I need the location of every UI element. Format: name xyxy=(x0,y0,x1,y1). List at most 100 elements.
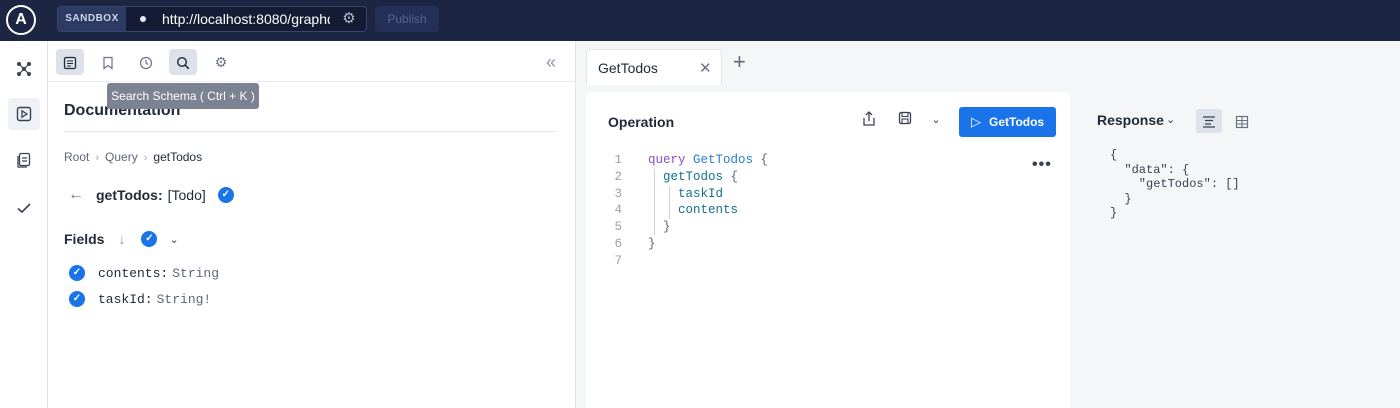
breadcrumb: Root › Query › getTodos xyxy=(64,150,202,164)
endpoint-url-input[interactable]: http://localhost:8080/graphql xyxy=(162,10,330,28)
line-number: 2 xyxy=(614,169,622,184)
code-line[interactable]: 3 taskId xyxy=(608,185,1028,203)
sort-down-icon[interactable]: ↓ xyxy=(118,231,125,247)
code-line[interactable]: 5 } xyxy=(608,219,1028,236)
field-item-type[interactable]: String xyxy=(172,266,219,281)
chevron-down-icon[interactable]: ⌄ xyxy=(169,233,178,246)
indent-guide xyxy=(669,185,670,203)
run-button-label: GetTodos xyxy=(989,115,1045,129)
field-item-name: contents: xyxy=(98,265,169,281)
divider xyxy=(64,131,556,132)
search-icon[interactable] xyxy=(169,49,197,75)
field-check-icon[interactable]: ✓ xyxy=(69,265,85,281)
code-token: contents xyxy=(648,203,739,218)
run-operation-button[interactable]: ▷ GetTodos xyxy=(959,107,1056,137)
field-item[interactable]: ✓ taskId: String! xyxy=(69,290,211,308)
code-line[interactable]: 6} xyxy=(608,236,1028,253)
field-type-link[interactable]: [Todo] xyxy=(168,187,206,203)
fields-label: Fields xyxy=(64,231,105,247)
indent-guide xyxy=(654,202,655,220)
code-token: GetTodos xyxy=(693,153,754,167)
left-rail xyxy=(0,41,48,408)
schema-graph-icon[interactable] xyxy=(8,53,40,85)
breadcrumb-current: getTodos xyxy=(153,150,203,164)
breadcrumb-root[interactable]: Root xyxy=(64,150,89,164)
tab-label: GetTodos xyxy=(598,60,658,76)
response-line: "data": { xyxy=(1110,162,1190,177)
operation-editor[interactable]: 1 query GetTodos {2 getTodos {3 taskId 4 c… xyxy=(608,152,1028,270)
search-schema-tooltip: Search Schema ( Ctrl + K ) xyxy=(107,83,259,109)
line-number: 4 xyxy=(614,203,622,218)
top-bar: A SANDBOX http://localhost:8080/graphql … xyxy=(0,0,1400,41)
field-check-icon[interactable]: ✓ xyxy=(69,291,85,307)
connection-status-icon xyxy=(140,16,146,22)
tab-bar: GetTodos ✕ + xyxy=(576,41,1400,91)
tab-gettodos[interactable]: GetTodos ✕ xyxy=(586,49,722,85)
explorer-play-icon[interactable] xyxy=(8,98,40,130)
endpoint-group: SANDBOX http://localhost:8080/graphql ⚙ xyxy=(57,6,367,32)
line-number: 6 xyxy=(614,236,622,251)
response-line: } xyxy=(1110,191,1132,206)
select-all-check-icon[interactable]: ✓ xyxy=(141,231,158,247)
apollo-logo[interactable]: A xyxy=(6,5,36,35)
checks-icon[interactable] xyxy=(8,192,40,224)
play-icon: ▷ xyxy=(971,114,981,129)
breadcrumb-query[interactable]: Query xyxy=(105,150,138,164)
field-item-name: taskId: xyxy=(98,291,153,307)
field-item-type[interactable]: String! xyxy=(157,292,212,307)
table-view-icon[interactable] xyxy=(1231,109,1253,133)
share-icon[interactable] xyxy=(858,111,880,133)
line-number: 3 xyxy=(614,186,622,201)
settings-gear-icon[interactable]: ⚙ xyxy=(207,49,235,75)
line-number: 7 xyxy=(614,253,622,268)
response-line: "getTodos": [] xyxy=(1110,177,1240,191)
line-number: 5 xyxy=(614,220,622,235)
save-icon[interactable] xyxy=(894,111,916,133)
indent-guide xyxy=(654,185,655,203)
collections-icon[interactable] xyxy=(8,144,40,176)
code-token: { xyxy=(753,153,769,167)
indent-guide xyxy=(669,202,670,220)
chevron-down-icon[interactable]: ⌄ xyxy=(1166,113,1175,126)
chevron-down-icon[interactable]: ⌄ xyxy=(928,113,944,131)
history-icon[interactable] xyxy=(132,49,160,75)
more-options-icon[interactable]: ••• xyxy=(1032,156,1052,174)
code-line[interactable]: 7 xyxy=(608,253,1028,270)
code-token: taskId xyxy=(648,186,724,201)
text-view-icon[interactable] xyxy=(1196,109,1222,133)
response-viewer: { "data": { "getTodos": [] }} xyxy=(1110,148,1240,221)
code-token: } xyxy=(648,220,671,235)
field-selected-check-icon[interactable]: ✓ xyxy=(217,187,234,203)
operation-panel: Operation ⌄ ▷ GetTodos ••• 1 query GetTod… xyxy=(586,92,1070,408)
response-line: } xyxy=(1110,206,1118,220)
line-number: 1 xyxy=(614,153,622,167)
operation-title: Operation xyxy=(608,114,675,130)
gear-icon[interactable]: ⚙ xyxy=(340,10,358,28)
field-title-row: ← getTodos: [Todo] ✓ xyxy=(68,185,234,205)
code-token: getTodos xyxy=(648,169,724,184)
publish-button[interactable]: Publish xyxy=(375,6,439,32)
code-token: query xyxy=(648,153,694,167)
close-icon[interactable]: ✕ xyxy=(699,59,712,77)
code-token: { xyxy=(723,169,739,184)
add-tab-icon[interactable]: + xyxy=(733,50,746,74)
code-line[interactable]: 4 contents xyxy=(608,202,1028,220)
code-token: } xyxy=(648,236,656,251)
indent-guide xyxy=(654,168,655,186)
code-line[interactable]: 1 query GetTodos { xyxy=(608,152,1028,169)
indent-guide xyxy=(654,219,655,236)
collapse-panel-icon[interactable]: « xyxy=(538,49,564,75)
code-line[interactable]: 2 getTodos { xyxy=(608,168,1028,186)
documentation-icon[interactable] xyxy=(56,49,84,75)
docs-toolbar: ⚙ « xyxy=(48,41,576,82)
response-title[interactable]: Response xyxy=(1097,112,1164,128)
field-item[interactable]: ✓ contents: String xyxy=(69,264,219,282)
field-name: getTodos: xyxy=(96,187,163,203)
response-line: { xyxy=(1110,148,1118,162)
bookmark-icon[interactable] xyxy=(94,49,122,75)
fields-header: Fields ↓ ✓ ⌄ xyxy=(64,229,179,249)
chevron-right-icon: › xyxy=(95,152,100,164)
back-arrow-icon[interactable]: ← xyxy=(68,186,86,204)
chevron-right-icon: › xyxy=(143,152,148,164)
sandbox-label: SANDBOX xyxy=(58,7,126,31)
